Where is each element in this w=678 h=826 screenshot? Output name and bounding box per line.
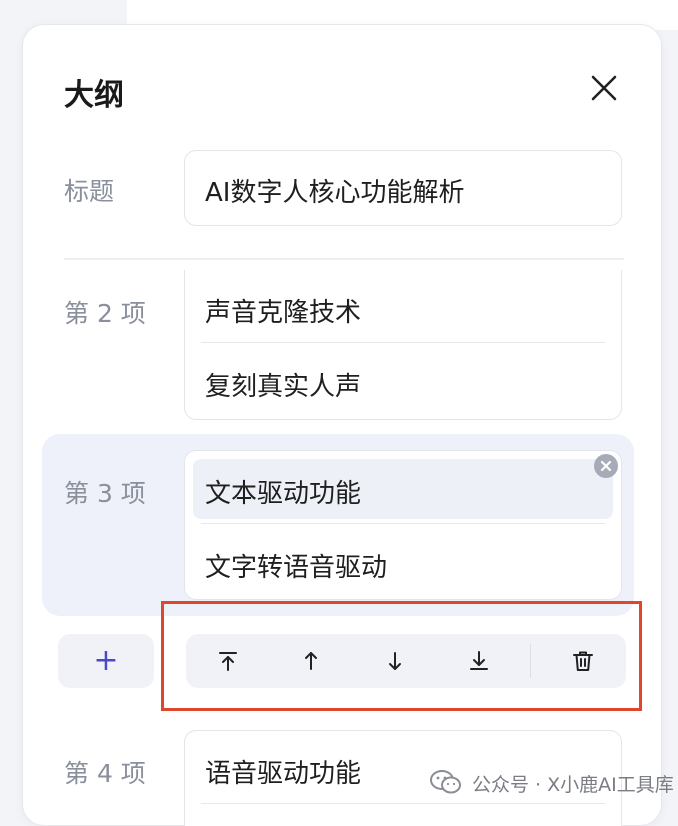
add-item-button[interactable]: + [58, 634, 154, 688]
section-divider [64, 258, 624, 260]
item-detail-2[interactable]: 复刻真实人声 [205, 366, 361, 403]
plus-icon: + [93, 643, 119, 678]
wechat-icon [430, 770, 461, 794]
clear-button[interactable] [594, 454, 618, 478]
item-card-2: 声音克隆技术 复刻真实人声 [184, 270, 622, 420]
item-label-2: 第 2 项 [64, 299, 146, 328]
item-heading-2[interactable]: 声音克隆技术 [205, 292, 361, 329]
item-heading-3[interactable]: 文本驱动功能 [205, 473, 361, 510]
item-detail-3[interactable]: 文字转语音驱动 [205, 547, 387, 584]
annotation-highlight-box [161, 601, 642, 711]
item-label-3: 第 3 项 [64, 479, 146, 508]
panel-title: 大纲 [64, 78, 124, 113]
item-heading-4[interactable]: 语音驱动功能 [205, 753, 361, 790]
watermark-text: 公众号 · X小鹿AI工具库 [472, 774, 674, 796]
title-label: 标题 [64, 177, 115, 206]
item-inner-divider [201, 342, 605, 343]
item-inner-divider [201, 803, 605, 804]
clear-icon [600, 460, 612, 472]
close-icon [591, 75, 617, 101]
close-button[interactable] [586, 70, 622, 106]
item-inner-divider [201, 523, 605, 524]
title-input[interactable]: AI数字人核心功能解析 [184, 150, 622, 226]
title-input-value: AI数字人核心功能解析 [205, 178, 465, 208]
item-card-3: 文本驱动功能 文字转语音驱动 [184, 450, 622, 600]
item-label-4: 第 4 项 [64, 759, 146, 788]
